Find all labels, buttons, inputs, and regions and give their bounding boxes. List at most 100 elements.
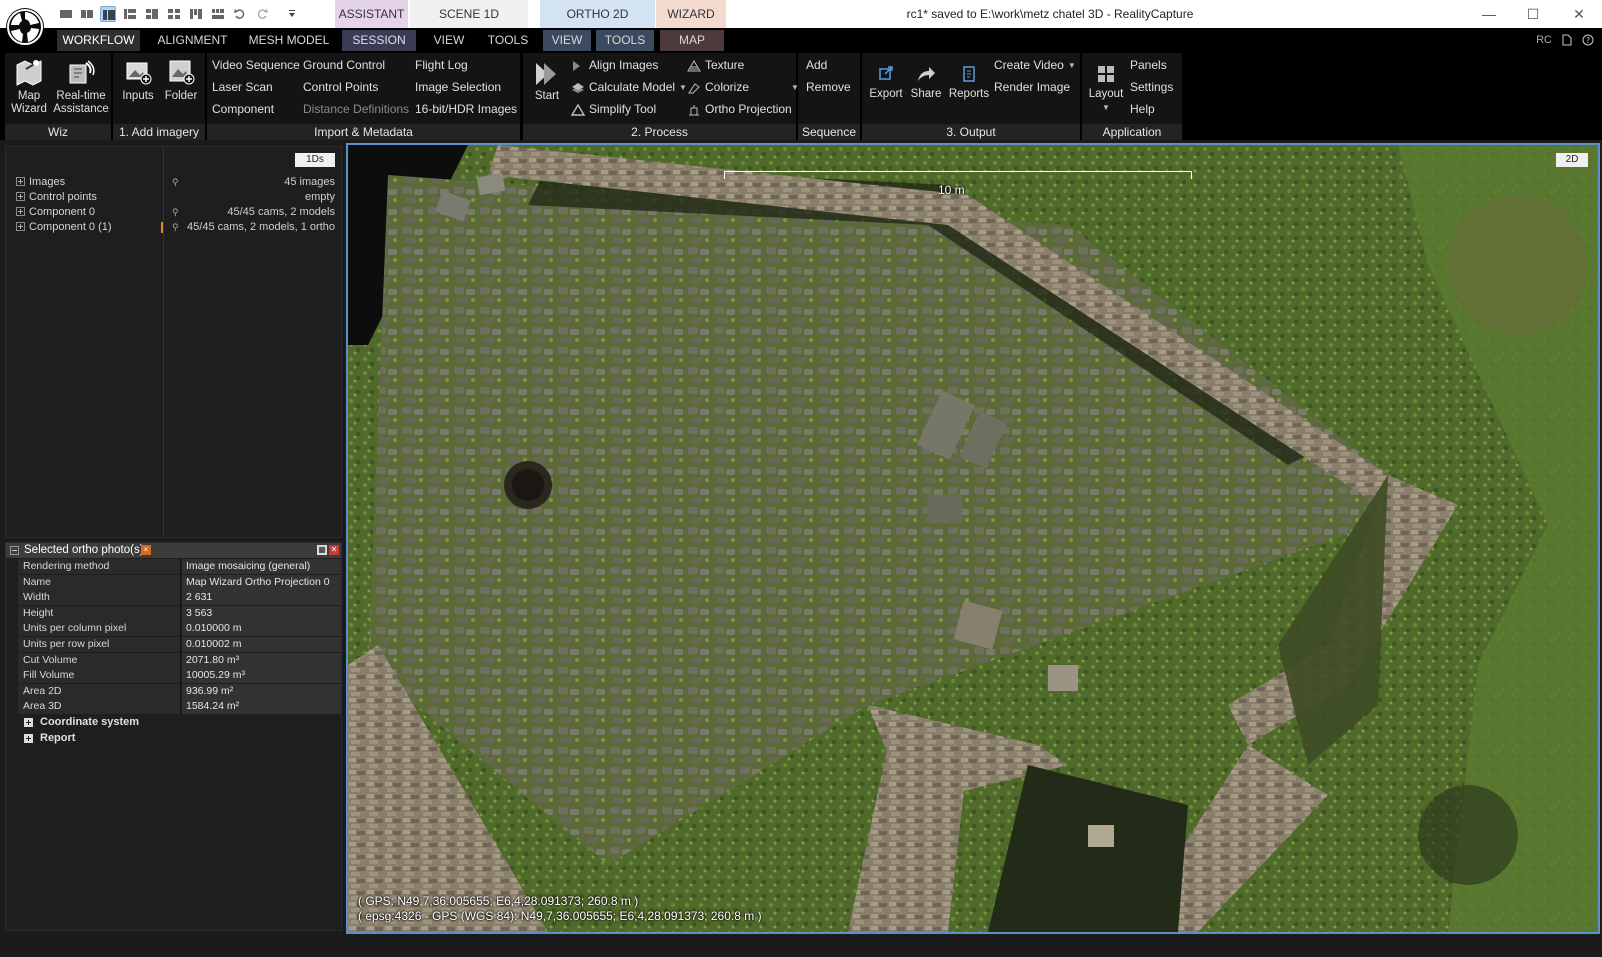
property-value[interactable]: 0.010002 m <box>182 637 341 652</box>
tab-view[interactable]: VIEW <box>424 30 474 51</box>
start-button[interactable]: Start <box>527 61 567 103</box>
properties-badge-icon[interactable]: × <box>141 545 151 555</box>
export-button[interactable]: Export <box>864 63 908 101</box>
property-row[interactable]: Fill Volume 10005.29 m³ <box>18 668 341 684</box>
layout-7-icon[interactable] <box>188 6 204 22</box>
property-value[interactable]: 10005.29 m³ <box>182 668 341 684</box>
tree-item-control-points[interactable]: Control points <box>6 190 97 205</box>
expand-icon[interactable] <box>16 192 25 201</box>
laser-scan-button[interactable]: Laser Scan <box>212 78 273 96</box>
collapse-icon[interactable] <box>10 546 19 555</box>
property-value[interactable]: 3 563 <box>182 605 341 621</box>
ground-control-button[interactable]: Ground Control <box>303 56 385 74</box>
property-value[interactable]: 1584.24 m² <box>182 699 341 715</box>
group-coordinate-system[interactable]: Coordinate system <box>18 715 341 730</box>
redo-icon[interactable] <box>254 6 270 22</box>
layout-6-icon[interactable] <box>166 6 182 22</box>
calculate-model-button[interactable]: Calculate Model ▼ <box>571 78 687 96</box>
flight-log-button[interactable]: Flight Log <box>415 56 468 74</box>
create-video-dropdown-icon[interactable]: ▼ <box>1068 57 1076 75</box>
2d-view-button[interactable]: 2D <box>1556 153 1588 167</box>
maximize-button[interactable]: ☐ <box>1510 0 1556 28</box>
tab-tools[interactable]: TOOLS <box>480 30 536 51</box>
layout-3-icon[interactable] <box>100 6 116 22</box>
expand-icon[interactable] <box>24 734 33 743</box>
layout-dropdown-icon[interactable]: ▼ <box>1102 101 1110 114</box>
sequence-remove-button[interactable]: Remove <box>806 78 851 96</box>
tab-alignment[interactable]: ALIGNMENT <box>150 30 235 51</box>
create-video-button[interactable]: Create Video ▼ <box>994 56 1076 74</box>
property-row[interactable]: Area 2D 936.99 m² <box>18 683 341 699</box>
help-icon[interactable]: ? <box>1582 34 1594 46</box>
share-button[interactable]: Share <box>906 63 946 101</box>
rc-label[interactable]: RC <box>1536 28 1552 53</box>
image-selection-button[interactable]: Image Selection <box>415 78 501 96</box>
sequence-add-button[interactable]: Add <box>806 56 827 74</box>
property-row[interactable]: Area 3D 1584.24 m² <box>18 699 341 715</box>
tab-assistant[interactable]: ASSISTANT <box>335 0 408 28</box>
settings-button[interactable]: Settings <box>1130 78 1173 96</box>
property-value[interactable]: 2 631 <box>182 590 341 606</box>
layout-button[interactable]: Layout ▼ <box>1084 63 1128 115</box>
pin-icon[interactable]: ⚲ <box>172 205 179 220</box>
layout-8-icon[interactable] <box>210 6 226 22</box>
layout-4-icon[interactable] <box>122 6 138 22</box>
pin-icon[interactable]: ⚲ <box>172 220 179 235</box>
property-value[interactable]: 2071.80 m³ <box>182 652 341 668</box>
property-row[interactable]: Units per column pixel 0.010000 m <box>18 621 341 637</box>
property-row[interactable]: Width 2 631 <box>18 590 341 606</box>
tab-workflow[interactable]: WORKFLOW <box>57 30 140 51</box>
realtime-assistance-button[interactable]: Real-time Assistance <box>51 57 111 116</box>
quick-access-dropdown-icon[interactable] <box>284 6 300 22</box>
minimize-button[interactable]: — <box>1466 0 1512 28</box>
calculate-model-dropdown-icon[interactable]: ▼ <box>679 79 687 97</box>
render-image-button[interactable]: Render Image <box>994 78 1070 96</box>
help-button[interactable]: Help <box>1130 100 1155 118</box>
colorize-button[interactable]: Colorize ▼ <box>687 78 799 96</box>
property-row[interactable]: Units per row pixel 0.010002 m <box>18 637 341 652</box>
tab-scene-1d[interactable]: SCENE 1D <box>410 0 528 28</box>
tab-ortho-tools[interactable]: TOOLS <box>596 30 654 51</box>
expand-icon[interactable] <box>16 177 25 186</box>
close-button[interactable]: ✕ <box>1556 0 1602 28</box>
tab-session[interactable]: SESSION <box>342 30 416 51</box>
tree-item-component-0[interactable]: Component 0 <box>6 205 95 220</box>
document-icon[interactable] <box>1562 34 1572 46</box>
expand-icon[interactable] <box>24 718 33 727</box>
map-wizard-button[interactable]: Map Wizard <box>7 57 51 116</box>
layout-2-icon[interactable] <box>79 6 95 22</box>
group-report[interactable]: Report <box>18 731 341 746</box>
folder-button[interactable]: Folder <box>159 57 203 103</box>
inputs-button[interactable]: Inputs <box>117 57 159 103</box>
property-value[interactable]: 936.99 m² <box>182 683 341 699</box>
ortho-projection-button[interactable]: Ortho Projection <box>687 100 792 118</box>
video-sequence-button[interactable]: Video Sequence <box>212 56 300 74</box>
property-row[interactable]: Height 3 563 <box>18 605 341 621</box>
1ds-button[interactable]: 1Ds <box>295 153 335 167</box>
realitycapture-logo-icon[interactable] <box>4 3 46 51</box>
pin-icon[interactable]: ⚲ <box>172 175 179 190</box>
tab-mesh-model[interactable]: MESH MODEL <box>243 30 335 51</box>
tab-ortho-2d[interactable]: ORTHO 2D <box>540 0 655 28</box>
ortho-2d-viewport[interactable]: 2D 10 m ( GPS: N49,7,36.005655; E6,4,28.… <box>346 143 1600 934</box>
property-value[interactable]: 0.010000 m <box>182 621 341 637</box>
control-points-button[interactable]: Control Points <box>303 78 378 96</box>
expand-icon[interactable] <box>16 222 25 231</box>
property-row[interactable]: Cut Volume 2071.80 m³ <box>18 652 341 668</box>
reports-button[interactable]: Reports <box>946 63 992 101</box>
panels-button[interactable]: Panels <box>1130 56 1167 74</box>
layout-1-icon[interactable] <box>58 6 74 22</box>
simplify-tool-button[interactable]: Simplify Tool <box>571 100 656 118</box>
hdr-images-button[interactable]: 16-bit/HDR Images <box>415 100 517 118</box>
undo-icon[interactable] <box>232 6 248 22</box>
component-button[interactable]: Component <box>212 100 274 118</box>
property-value[interactable]: Image mosaicing (general) <box>182 559 341 574</box>
tab-ortho-view[interactable]: VIEW <box>543 30 591 51</box>
expand-icon[interactable] <box>16 207 25 216</box>
property-value[interactable]: Map Wizard Ortho Projection 0 <box>182 574 341 590</box>
properties-undock-icon[interactable]: ▦ <box>317 545 327 555</box>
property-row[interactable]: Rendering method Image mosaicing (general… <box>18 559 341 574</box>
orthophoto-image[interactable] <box>348 145 1598 932</box>
tree-item-component-0-1[interactable]: Component 0 (1) <box>6 220 112 235</box>
texture-button[interactable]: Texture <box>687 56 744 74</box>
